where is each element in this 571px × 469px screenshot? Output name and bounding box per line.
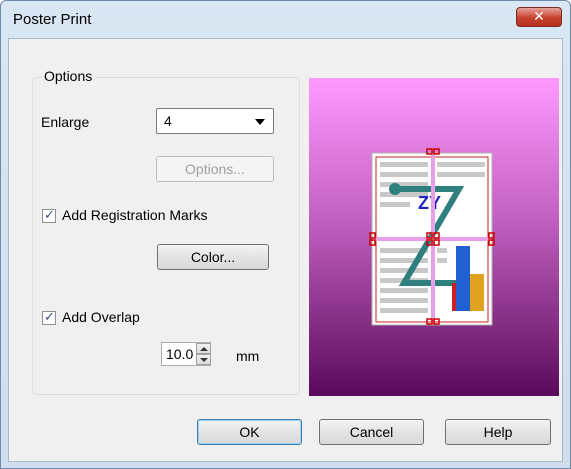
page-letter-glyph: ZY [418,193,441,213]
z-start-dot [389,183,401,195]
dialog-client-area: Options Enlarge 4 Options... ✓ Add Regis… [8,38,563,462]
registration-marks-checkbox[interactable]: ✓ [42,207,56,223]
options-group-label: Options [41,68,96,84]
overlap-checkbox[interactable]: ✓ [42,309,56,325]
overlap-spinbox[interactable]: 10.0 [161,342,211,366]
chart-bar [456,246,470,311]
cancel-button[interactable]: Cancel [319,419,424,445]
chevron-down-icon [255,119,265,125]
spin-up-icon[interactable] [196,343,211,354]
poster-preview: ZY [309,78,559,396]
options-button[interactable]: Options... [156,156,274,182]
enlarge-dropdown[interactable]: 4 [156,108,274,134]
chart-bar [470,274,484,311]
enlarge-label: Enlarge [41,114,90,130]
close-icon: ✕ [533,8,545,24]
spin-down-icon[interactable] [196,354,211,365]
overlap-label: Add Overlap [62,309,140,325]
registration-marks-label: Add Registration Marks [62,207,208,223]
dialog-title: Poster Print [13,11,92,28]
overlap-unit: mm [236,348,260,364]
checkmark-icon: ✓ [44,207,55,222]
color-button[interactable]: Color... [157,244,269,270]
checkmark-icon: ✓ [44,309,55,324]
overlap-value: 10.0 [166,346,194,362]
help-button[interactable]: Help [445,419,551,445]
close-button[interactable]: ✕ [516,7,562,27]
enlarge-value: 4 [164,113,172,129]
ok-button[interactable]: OK [197,419,302,445]
poster-preview-graphic: ZY [369,148,495,326]
poster-print-dialog: Poster Print ✕ Options Enlarge 4 Options… [0,0,571,469]
title-bar: Poster Print ✕ [1,1,570,39]
